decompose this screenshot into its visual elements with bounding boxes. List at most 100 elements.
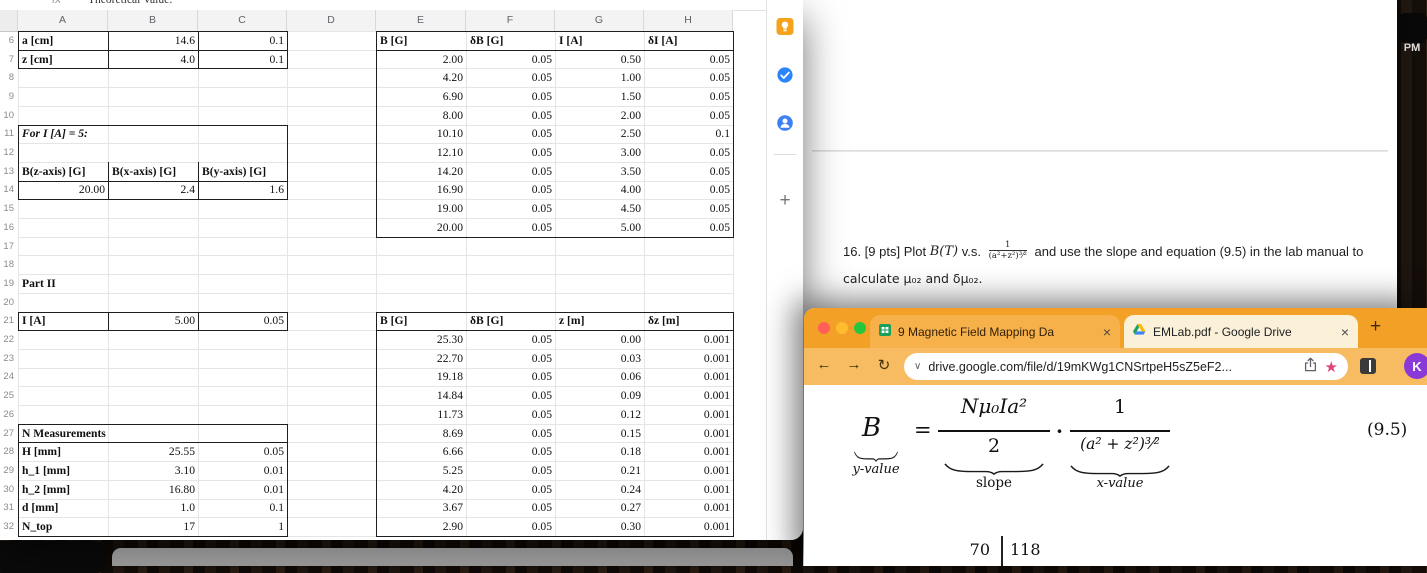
row-number: 26 [3,408,14,420]
row-number: 29 [3,464,14,476]
row-number: 10 [3,109,14,121]
chevron-down-icon[interactable]: ∨ [914,361,921,372]
drive-favicon [1133,324,1146,339]
formula-bar-value[interactable]: Theoretical Value: [88,0,172,6]
url-text[interactable]: drive.google.com/file/d/19mKWg1CNSrtpeH5… [928,360,1295,374]
column-header[interactable]: H [644,10,733,31]
row-number: 27 [3,427,14,439]
pdf-question-16: 16. [9 pts] Plot B(T) v.s. 1 (a²+z²)³⁄² … [843,240,1395,286]
back-button[interactable]: ← [812,356,836,373]
row-number: 23 [3,352,14,364]
row-number: 13 [3,165,14,177]
table-border [108,161,109,200]
row-number: 21 [3,315,14,327]
column-header[interactable]: A [18,10,108,31]
equation-y-label: y-value [852,462,900,477]
row-number: 16 [3,221,14,233]
underbrace [1070,462,1170,478]
row-number: 18 [3,259,14,271]
new-tab-button[interactable]: + [1370,316,1381,338]
tasks-icon[interactable] [776,66,794,89]
address-bar[interactable]: ∨ drive.google.com/file/d/19mKWg1CNSrtpe… [904,353,1348,380]
chrome-window: 9 Magnetic Field Mapping Da × EMLab.pdf … [804,308,1427,566]
workspace-side-panel: + [767,0,803,540]
row-number: 30 [3,483,14,495]
inline-fraction: 1 (a²+z²)³⁄² [988,240,1027,262]
row-number: 15 [3,203,14,215]
row-number: 24 [3,371,14,383]
corner-header[interactable] [0,10,18,31]
question-math: B(T) [929,243,959,259]
row-number: 22 [3,334,14,346]
close-window-button[interactable] [818,322,830,334]
sheet-cell[interactable]: Part II [19,274,108,293]
underbrace [944,460,1044,476]
profile-avatar[interactable]: K [1404,353,1427,379]
column-header[interactable]: G [555,10,644,31]
spreadsheet-window: fx Theoretical Value: ABCDEFGH 6 7 8 9 10 11 1… [0,0,803,540]
row-number: 7 [8,53,14,65]
side-panel-toggle-icon[interactable] [1360,358,1376,374]
row-number: 14 [3,184,14,196]
partial-table-value: 70 [969,540,990,559]
tab-title: 9 Magnetic Field Mapping Da [898,324,1055,339]
row-number: 31 [3,502,14,514]
pdf-content: B y-value = Nμ₀Ia² 2 slope · 1 (a² + z²)… [804,385,1427,566]
contacts-icon[interactable] [776,114,794,137]
table-border [18,124,288,201]
equation-slope-label: slope [975,475,1012,491]
column-header[interactable]: E [376,10,466,31]
equation-number: (9.5) [1367,420,1408,440]
column-header[interactable]: C [198,10,287,31]
row-number: 11 [4,128,14,140]
column-header-row: ABCDEFGH [0,10,734,32]
pdf-page-separator [812,150,1388,152]
fraction-bar [938,430,1050,432]
share-icon[interactable] [1304,357,1317,377]
side-panel-separator [774,154,796,155]
zoom-window-button[interactable] [854,322,866,334]
row-number: 20 [3,296,14,308]
forward-button[interactable]: → [842,356,866,373]
tab-title: EMLab.pdf - Google Drive [1153,324,1292,339]
row-number: 25 [3,390,14,402]
equation-frac2-numerator: 1 [1113,396,1127,418]
browser-toolbar: ← → ↻ ∨ drive.google.com/file/d/19mKWg1C… [804,348,1427,385]
sheets-favicon [879,324,891,339]
table-border [108,31,109,69]
dock-window-fragment [0,541,106,573]
tab-pdf[interactable]: EMLab.pdf - Google Drive × [1124,315,1358,348]
row-number: 17 [3,240,14,252]
equation-frac1-denominator: 2 [987,435,1001,457]
minimize-window-button[interactable] [836,322,848,334]
question-text: and use the slope and equation (9.5) in … [1030,243,1364,259]
table-border [198,31,199,69]
table-border [376,311,734,537]
fx-icon: fx [52,0,61,6]
table-border [18,49,287,51]
equation-frac2-denominator: (a² + z²)³⁄² [1080,435,1160,453]
equation-x-label: x-value [1096,476,1144,491]
row-number: 9 [8,90,14,102]
table-border [18,442,287,444]
table-border [376,31,734,238]
tab-close-icon[interactable]: × [1341,324,1349,340]
column-header[interactable]: B [108,10,198,31]
underbrace [854,447,898,463]
column-header[interactable]: F [466,10,555,31]
bookmark-star-icon[interactable]: ★ [1325,358,1338,376]
column-header[interactable]: D [287,10,376,31]
get-addons-button[interactable]: + [779,190,790,212]
background-window-edge [112,548,793,566]
row-number: 19 [3,277,14,289]
reload-button[interactable]: ↻ [872,356,896,374]
row-number: 6 [8,34,14,46]
table-border [198,161,199,200]
table-border [376,330,733,332]
tab-sheets[interactable]: 9 Magnetic Field Mapping Da × [870,315,1120,348]
tab-close-icon[interactable]: × [1103,324,1111,340]
keep-icon[interactable] [776,18,794,40]
partial-table-value: 118 [1010,540,1041,559]
sheet-grid[interactable]: 6 7 8 9 10 11 12 13 14 15 16 17 18 19 20 21 22 23 24 25 26 27… [0,31,766,540]
menubar-widget [1399,13,1427,43]
